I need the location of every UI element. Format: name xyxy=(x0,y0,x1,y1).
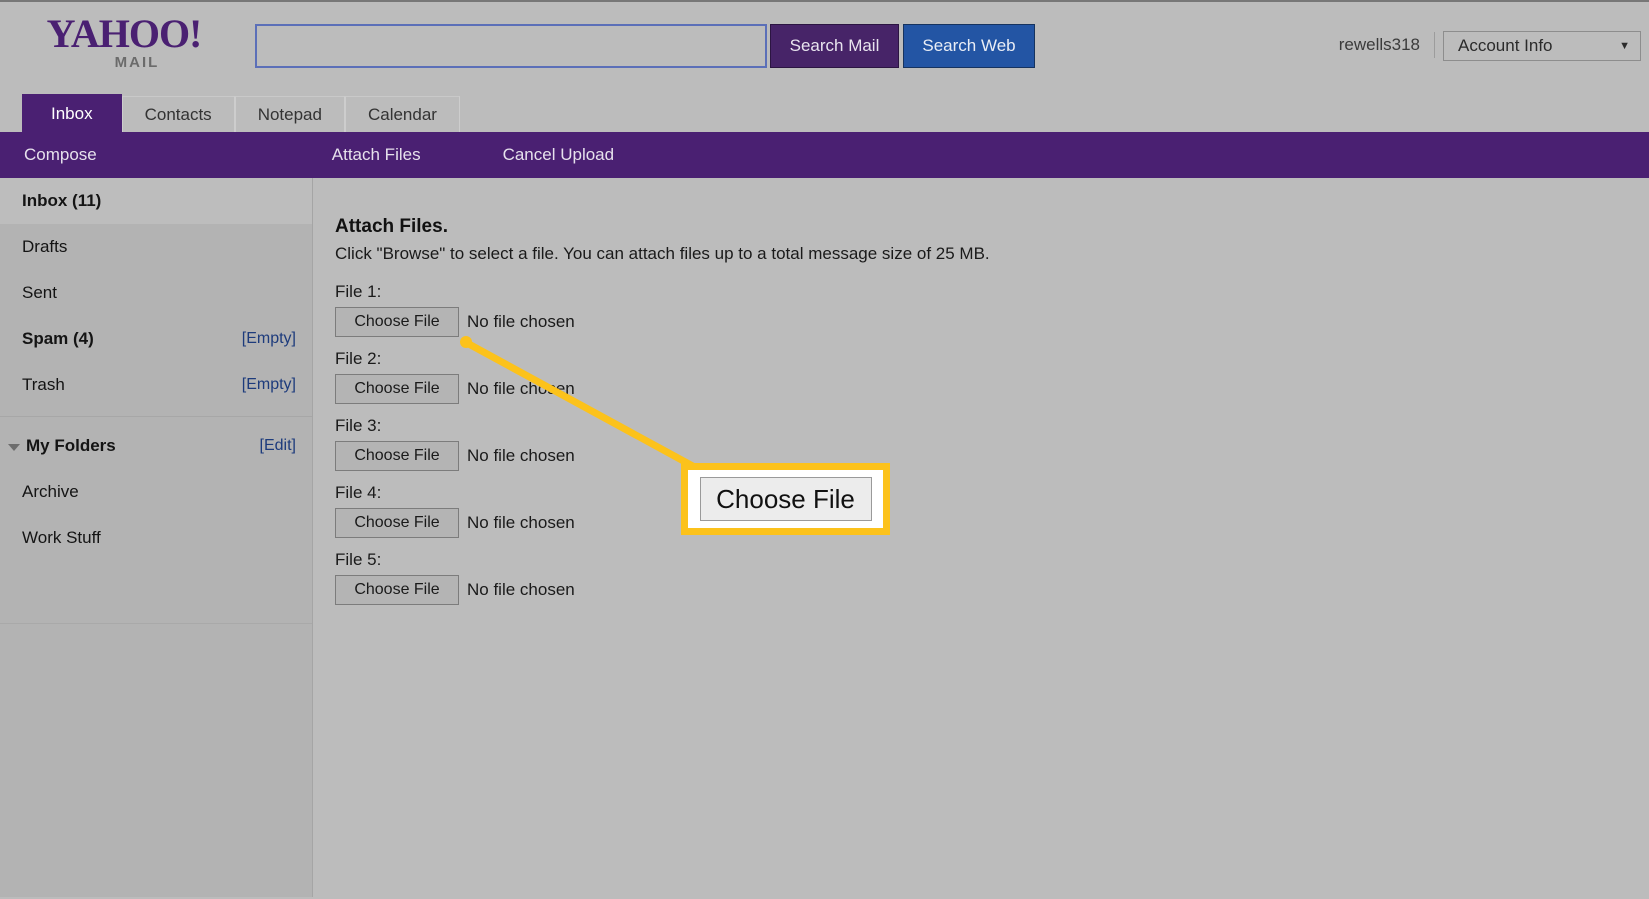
sidebar-item-sent-label: Sent xyxy=(22,283,57,302)
sidebar-section-my-folders[interactable]: My Folders [Edit] xyxy=(0,423,312,469)
mail-toolbar: Compose Attach Files Cancel Upload xyxy=(0,132,1649,178)
tab-calendar-label: Calendar xyxy=(367,104,437,124)
file-5-label: File 5: xyxy=(335,550,382,569)
file-row-3: File 3: Choose File No file chosen xyxy=(335,416,1649,471)
sidebar-item-trash-label: Trash xyxy=(22,375,65,394)
account-info-dropdown[interactable]: Account Info ▼ xyxy=(1443,31,1641,61)
empty-spam-link[interactable]: [Empty] xyxy=(242,330,296,348)
tab-notepad[interactable]: Notepad xyxy=(234,96,345,132)
choose-file-button-2[interactable]: Choose File xyxy=(335,374,459,404)
file-1-status: No file chosen xyxy=(467,312,575,331)
file-row-5: File 5: Choose File No file chosen xyxy=(335,550,1649,605)
sidebar-item-drafts[interactable]: Drafts xyxy=(0,224,312,270)
sidebar-item-trash[interactable]: Trash [Empty] xyxy=(0,362,312,408)
sidebar-item-archive[interactable]: Archive xyxy=(0,469,312,515)
choose-file-callout-button[interactable]: Choose File xyxy=(699,477,872,521)
chevron-down-icon: ▼ xyxy=(1619,40,1630,52)
header-divider xyxy=(1434,32,1435,58)
sidebar-item-archive-label: Archive xyxy=(22,482,79,501)
sidebar-divider xyxy=(0,416,312,417)
file-row-2: File 2: Choose File No file chosen xyxy=(335,349,1649,404)
compose-button[interactable]: Compose xyxy=(24,145,97,165)
yahoo-mail-page: YAHOO! MAIL Search Mail Search Web rewel… xyxy=(0,0,1649,897)
file-4-label: File 4: xyxy=(335,483,382,502)
account-username: rewells318 xyxy=(1338,35,1420,54)
choose-file-callout: Choose File xyxy=(681,463,890,535)
sidebar-item-sent[interactable]: Sent xyxy=(0,270,312,316)
tab-inbox[interactable]: Inbox xyxy=(22,94,122,132)
search-mail-button[interactable]: Search Mail xyxy=(770,24,899,68)
choose-file-button-4[interactable]: Choose File xyxy=(335,508,459,538)
page-description: Click "Browse" to select a file. You can… xyxy=(335,244,990,263)
file-row-4: File 4: Choose File No file chosen xyxy=(335,483,1649,538)
file-row-1: File 1: Choose File No file chosen xyxy=(335,282,1649,337)
file-2-status: No file chosen xyxy=(467,379,575,398)
file-1-label: File 1: xyxy=(335,282,382,301)
attach-files-button[interactable]: Attach Files xyxy=(332,145,421,165)
file-3-status: No file chosen xyxy=(467,446,575,465)
mail-wordmark: MAIL xyxy=(114,54,160,71)
tab-notepad-label: Notepad xyxy=(257,104,322,124)
tab-bar: Inbox Contacts Notepad Calendar xyxy=(0,90,1649,132)
page-header: YAHOO! MAIL Search Mail Search Web rewel… xyxy=(0,2,1649,90)
sidebar-item-inbox-label: Inbox (11) xyxy=(22,191,102,210)
choose-file-button-5[interactable]: Choose File xyxy=(335,575,459,605)
file-2-label: File 2: xyxy=(335,349,382,368)
tab-contacts-label: Contacts xyxy=(144,104,212,124)
content-area: Inbox (11) Drafts Sent Spam (4) [Empty] … xyxy=(0,178,1649,897)
account-info-label: Account Info xyxy=(1458,36,1553,55)
tab-inbox-label: Inbox xyxy=(51,103,93,123)
choose-file-button-3[interactable]: Choose File xyxy=(335,441,459,471)
file-4-status: No file chosen xyxy=(467,513,575,532)
page-title: Attach Files. xyxy=(335,216,448,237)
file-5-status: No file chosen xyxy=(467,580,575,599)
sidebar-item-drafts-label: Drafts xyxy=(22,237,68,256)
sidebar-item-work-stuff[interactable]: Work Stuff xyxy=(0,515,312,561)
sidebar-item-spam[interactable]: Spam (4) [Empty] xyxy=(0,316,312,362)
folder-sidebar: Inbox (11) Drafts Sent Spam (4) [Empty] … xyxy=(0,178,313,897)
tab-contacts[interactable]: Contacts xyxy=(121,96,235,132)
file-3-label: File 3: xyxy=(335,416,382,435)
sidebar-item-inbox[interactable]: Inbox (11) xyxy=(0,178,312,224)
edit-folders-link[interactable]: [Edit] xyxy=(260,437,296,455)
attach-files-panel: Attach Files. Click "Browse" to select a… xyxy=(313,178,1649,897)
my-folders-label: My Folders xyxy=(26,436,116,455)
cancel-upload-button[interactable]: Cancel Upload xyxy=(503,145,615,165)
tab-calendar[interactable]: Calendar xyxy=(344,96,460,132)
yahoo-mail-logo[interactable]: YAHOO! MAIL xyxy=(24,11,224,71)
sidebar-item-work-stuff-label: Work Stuff xyxy=(22,528,101,547)
empty-trash-link[interactable]: [Empty] xyxy=(242,376,296,394)
search-input[interactable] xyxy=(255,24,767,68)
sidebar-bottom-divider xyxy=(0,623,312,624)
sidebar-item-spam-label: Spam (4) xyxy=(22,329,94,348)
yahoo-wordmark: YAHOO! xyxy=(46,11,203,56)
search-web-button[interactable]: Search Web xyxy=(903,24,1035,68)
choose-file-button-1[interactable]: Choose File xyxy=(335,307,459,337)
triangle-down-icon[interactable] xyxy=(8,443,20,451)
